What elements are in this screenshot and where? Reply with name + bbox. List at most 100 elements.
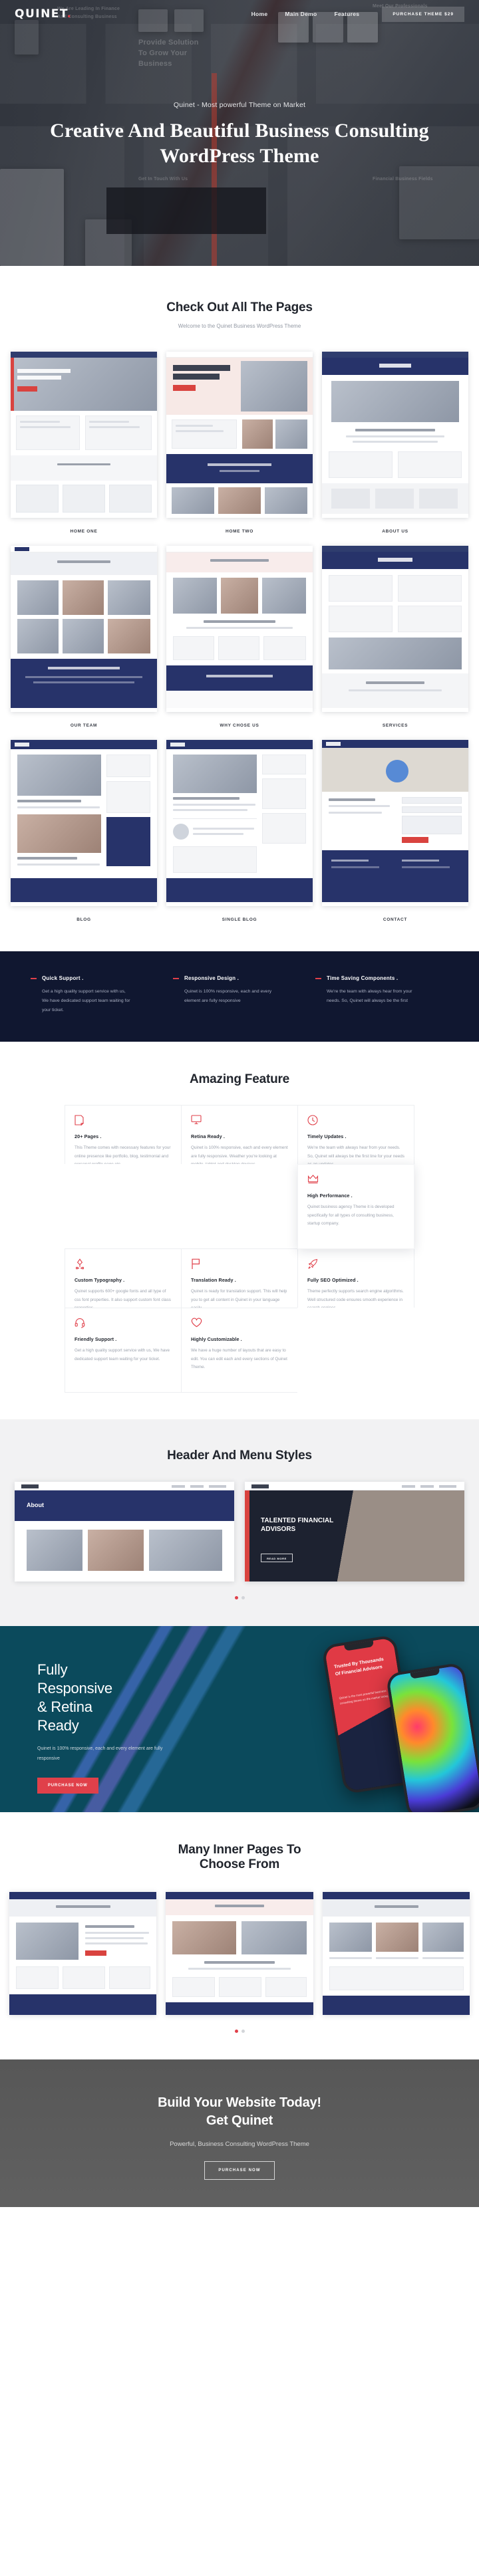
responsive-title-line2: Responsive xyxy=(37,1679,112,1697)
feature-card-updates[interactable]: Timely Updates . We're the team with alw… xyxy=(297,1105,414,1167)
header-card-two-button[interactable]: READ MORE xyxy=(261,1553,293,1562)
page-card[interactable]: HOME TWO xyxy=(166,352,313,536)
header-card-one-label: About xyxy=(27,1501,44,1508)
flag-icon xyxy=(191,1258,288,1270)
clock-icon xyxy=(307,1115,404,1127)
feature-title: Custom Typography . xyxy=(75,1277,125,1284)
nav-item-features[interactable]: Features xyxy=(334,11,359,17)
page-label: WHY CHOSE US xyxy=(220,723,259,728)
page-label: HOME ONE xyxy=(70,529,98,534)
thumb-topbar xyxy=(11,352,157,358)
page-card[interactable]: SINGLE BLOG xyxy=(166,740,313,925)
page-label: CONTACT xyxy=(383,917,408,922)
feature-card-support[interactable]: Friendly Support . Get a high quality su… xyxy=(65,1308,182,1393)
page-thumbnail[interactable] xyxy=(166,352,313,518)
page-thumbnail[interactable] xyxy=(11,740,157,906)
page-icon xyxy=(75,1115,172,1127)
page-label: SINGLE BLOG xyxy=(222,917,257,922)
highlight-text: Quinet is 100% responsive, each and ever… xyxy=(184,989,272,1003)
headset-icon xyxy=(75,1318,172,1330)
carousel-dot[interactable] xyxy=(241,1595,245,1599)
highlight-heading: Quick Support . xyxy=(31,975,164,981)
dash-icon xyxy=(31,977,37,979)
page-card[interactable]: HOME ONE xyxy=(11,352,157,536)
feature-spacer xyxy=(181,1164,298,1225)
hero-title: Creative And Beautiful Business Consulti… xyxy=(0,118,479,170)
features-header: Amazing Feature xyxy=(0,1072,479,1087)
header-menu-section: Header And Menu Styles About TALENTED FI… xyxy=(0,1419,479,1626)
feature-card-seo[interactable]: Fully SEO Optimized . Theme perfectly su… xyxy=(297,1248,414,1310)
feature-title: Highly Customizable . xyxy=(191,1336,242,1343)
page-card[interactable]: CONTACT xyxy=(322,740,468,925)
page-thumbnail[interactable] xyxy=(11,352,157,518)
inner-page-card[interactable] xyxy=(9,1891,157,2015)
thumb-topbar xyxy=(322,352,468,358)
hero-title-line1: Creative And Beautiful Business Consulti… xyxy=(50,120,429,142)
header-style-card-one[interactable]: About xyxy=(15,1481,234,1581)
crown-icon xyxy=(307,1174,404,1186)
cta-title: Build Your Website Today! Get Quinet xyxy=(0,2094,479,2130)
nav-item-main-demo[interactable]: Main Demo xyxy=(285,11,317,17)
features-grid: 20+ Pages . This Theme comes with necess… xyxy=(0,1105,479,1393)
page-card[interactable]: BLOG xyxy=(11,740,157,925)
page-thumbnail[interactable] xyxy=(11,546,157,712)
feature-card-performance[interactable]: High Performance . Quinet business agenc… xyxy=(297,1164,414,1250)
page-label: OUR TEAM xyxy=(70,723,98,728)
feature-card-customizable[interactable]: Highly Customizable . We have a huge num… xyxy=(181,1308,298,1393)
page-thumbnail[interactable] xyxy=(166,740,313,906)
page-thumbnail[interactable] xyxy=(322,352,468,518)
feature-title: 20+ Pages . xyxy=(75,1133,102,1140)
page-card[interactable]: SERVICES xyxy=(322,546,468,731)
hero-title-line2: WordPress Theme xyxy=(160,145,319,168)
feature-title: High Performance . xyxy=(307,1193,353,1199)
header-card-two-label: TALENTED FINANCIAL ADVISORS xyxy=(261,1516,334,1533)
feature-card-pages[interactable]: 20+ Pages . This Theme comes with necess… xyxy=(65,1105,182,1167)
page-card[interactable]: OUR TEAM xyxy=(11,546,157,731)
purchase-theme-button[interactable]: PURCHASE THEME $29 xyxy=(382,6,464,22)
page-thumbnail[interactable] xyxy=(322,546,468,712)
pages-section-title: Check Out All The Pages xyxy=(166,300,313,314)
page-label: HOME TWO xyxy=(225,529,254,534)
inner-page-card[interactable] xyxy=(166,1891,313,2015)
feature-card-retina[interactable]: Retina Ready . Quinet is 100% responsive… xyxy=(181,1105,298,1167)
responsive-text: Quinet is 100% responsive, each and ever… xyxy=(37,1746,163,1762)
carousel-dot[interactable] xyxy=(234,1595,238,1599)
feature-title: Retina Ready . xyxy=(191,1133,225,1140)
highlight-title: Responsive Design . xyxy=(184,975,240,981)
responsive-title-line3: & Retina xyxy=(37,1698,92,1716)
main-nav: Home Main Demo Features PURCHASE THEME $… xyxy=(251,6,464,22)
page-card[interactable]: WHY CHOSE US xyxy=(166,546,313,731)
logo-text: QUINET xyxy=(15,7,67,21)
feature-card-translation[interactable]: Translation Ready . Quinet is ready for … xyxy=(181,1248,298,1310)
feature-card-typography[interactable]: Custom Typography . Quinet supports 600+… xyxy=(65,1248,182,1310)
page-label: SERVICES xyxy=(382,723,408,728)
monitor-icon xyxy=(191,1115,288,1127)
responsive-title-line4: Ready xyxy=(37,1717,79,1734)
cta-purchase-button[interactable]: PURCHASE NOW xyxy=(204,2161,275,2180)
cta-subtitle: Powerful, Business Consulting WordPress … xyxy=(170,2140,309,2148)
carousel-dot[interactable] xyxy=(241,2029,245,2033)
features-section: Amazing Feature 20+ Pages . This Theme c… xyxy=(0,1041,479,1419)
site-logo[interactable]: QUINET. xyxy=(15,7,72,21)
pages-section-subtitle: Welcome to the Quinet Business WordPress… xyxy=(178,323,301,329)
feature-text: Get a high quality support service with … xyxy=(75,1348,170,1361)
page-thumbnail[interactable] xyxy=(322,740,468,906)
highlight-title: Quick Support . xyxy=(42,975,84,981)
header-menu-header: Header And Menu Styles xyxy=(0,1449,479,1463)
inner-page-card[interactable] xyxy=(322,1891,470,2015)
page-thumbnail[interactable] xyxy=(166,546,313,712)
carousel-dot[interactable] xyxy=(234,2029,238,2033)
inner-pages-title-line2: Choose From xyxy=(199,1857,280,1871)
inner-pages-title-line1: Many Inner Pages To xyxy=(178,1842,301,1857)
feature-text: Quinet business agency Theme it is devel… xyxy=(307,1205,395,1227)
purchase-now-button[interactable]: PURCHASE NOW xyxy=(37,1777,98,1794)
dash-icon xyxy=(173,977,179,979)
dash-icon xyxy=(315,977,321,979)
header-style-card-two[interactable]: TALENTED FINANCIAL ADVISORS READ MORE xyxy=(245,1481,464,1581)
cta-title-line2: Get Quinet xyxy=(206,2113,273,2128)
nav-item-home[interactable]: Home xyxy=(251,11,268,17)
page-card[interactable]: ABOUT US xyxy=(322,352,468,536)
inner-pages-row xyxy=(0,1891,479,2015)
highlight-item: Quick Support . Get a high quality suppo… xyxy=(31,975,164,1015)
feature-title: Fully SEO Optimized . xyxy=(307,1277,359,1284)
